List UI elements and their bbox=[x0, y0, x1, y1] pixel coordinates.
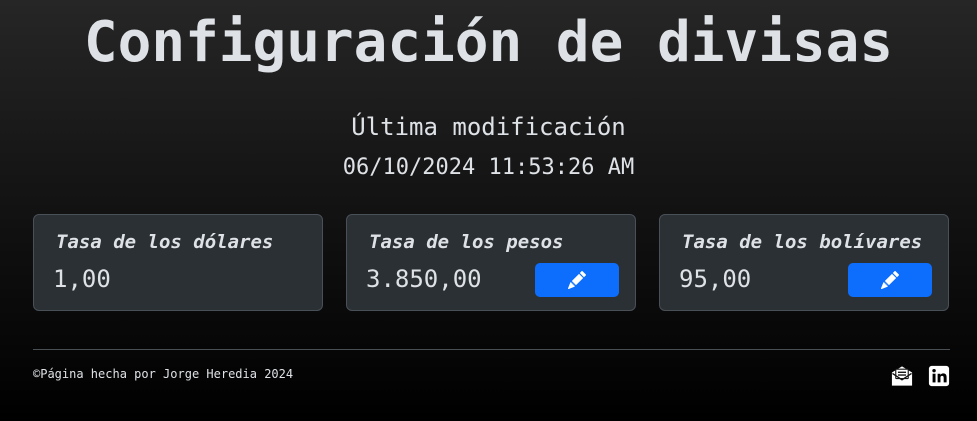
last-modified-date: 06/10/2024 11:53:26 AM bbox=[342, 155, 635, 180]
edit-bolivar-rate-button[interactable] bbox=[848, 263, 932, 297]
footer-credit: ©Página hecha por Jorge Heredia 2024 bbox=[33, 367, 294, 381]
card-bolivar-rate: Tasa de los bolívares 95,00 bbox=[659, 214, 949, 311]
last-modified-label: Última modificación bbox=[351, 113, 626, 141]
card-title: Tasa de los dólares bbox=[56, 231, 274, 253]
linkedin-icon[interactable] bbox=[928, 365, 950, 387]
envelope-open-icon[interactable] bbox=[891, 365, 913, 387]
card-title: Tasa de los bolívares bbox=[682, 231, 923, 253]
pencil-icon bbox=[568, 271, 586, 289]
card-peso-rate: Tasa de los pesos 3.850,00 bbox=[346, 214, 636, 311]
rate-value: 3.850,00 bbox=[366, 265, 482, 293]
card-dollar-rate: Tasa de los dólares 1,00 bbox=[33, 214, 323, 311]
page-title: Configuración de divisas bbox=[83, 10, 894, 75]
footer-divider bbox=[33, 349, 950, 350]
rate-value: 95,00 bbox=[679, 265, 752, 293]
card-title: Tasa de los pesos bbox=[369, 231, 564, 253]
pencil-icon bbox=[881, 271, 899, 289]
rate-value: 1,00 bbox=[53, 265, 111, 293]
edit-peso-rate-button[interactable] bbox=[535, 263, 619, 297]
